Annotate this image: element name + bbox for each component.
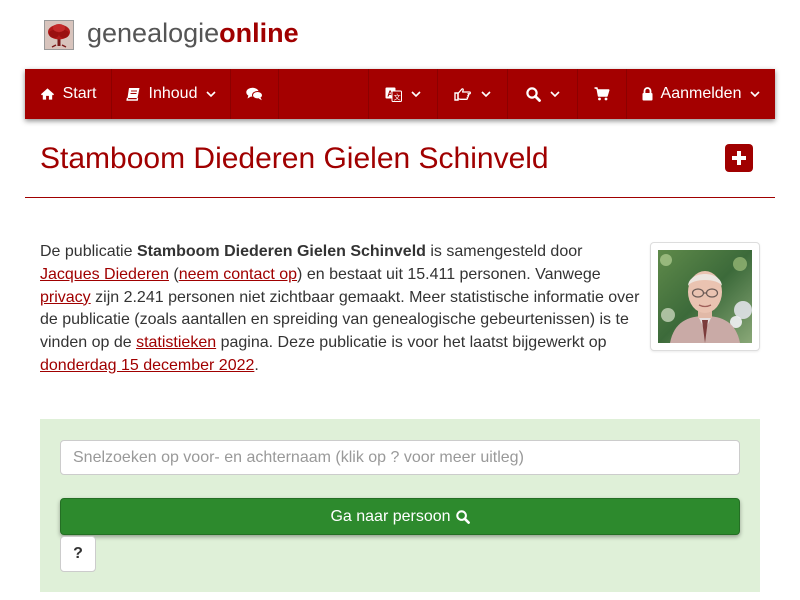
contact-link[interactable]: neem contact op xyxy=(179,266,297,283)
chevron-down-icon xyxy=(481,90,491,97)
nav-forum[interactable] xyxy=(231,69,279,119)
site-logo[interactable]: genealogieonline xyxy=(87,16,299,50)
chevron-down-icon xyxy=(750,90,761,97)
shopping-cart-icon xyxy=(594,87,610,101)
intro-text: is samengesteld door xyxy=(425,243,583,260)
author-photo[interactable] xyxy=(650,242,760,351)
intro-text: pagina. Deze publicatie is voor het laat… xyxy=(216,334,607,352)
site-header: genealogieonline xyxy=(0,0,800,69)
translate-icon: A文 xyxy=(385,87,402,102)
nav-language[interactable]: A文 xyxy=(368,69,438,119)
nav-inhoud[interactable]: Inhoud xyxy=(112,69,231,119)
author-portrait-image xyxy=(658,250,752,343)
nav-search[interactable] xyxy=(508,69,578,119)
hand-pointer-icon xyxy=(454,88,471,101)
nav-start-label: Start xyxy=(62,85,97,102)
search-icon xyxy=(525,86,541,102)
svg-text:文: 文 xyxy=(394,92,401,101)
comments-icon xyxy=(246,87,263,101)
page-title: Stamboom Diederen Gielen Schinveld xyxy=(40,142,549,175)
chevron-down-icon xyxy=(549,90,560,97)
main-navbar: Start Inhoud A文 Aanmelden xyxy=(25,69,775,119)
plus-icon xyxy=(732,151,746,165)
privacy-link[interactable]: privacy xyxy=(40,289,91,306)
author-link[interactable]: Jacques Diederen xyxy=(40,266,169,283)
last-updated-link[interactable]: donderdag 15 december 2022 xyxy=(40,357,254,374)
go-to-person-label: Ga naar persoon xyxy=(330,507,451,525)
statistics-link[interactable]: statistieken xyxy=(136,334,216,351)
chevron-down-icon xyxy=(411,90,421,97)
nav-cart[interactable] xyxy=(578,69,627,119)
book-icon xyxy=(125,88,140,101)
quick-search-input[interactable] xyxy=(60,440,740,475)
intro-text: De publicatie xyxy=(40,243,137,260)
chevron-down-icon xyxy=(206,90,217,97)
publication-name: Stamboom Diederen Gielen Schinveld xyxy=(136,243,426,260)
go-to-person-button[interactable]: Ga naar persoon xyxy=(60,498,740,535)
logo-text-online: online xyxy=(219,18,299,48)
nav-aanmelden-label: Aanmelden xyxy=(660,85,742,102)
nav-share[interactable] xyxy=(438,69,508,119)
nav-inhoud-label: Inhoud xyxy=(148,85,198,102)
quick-search-panel: Ga naar persoon ? xyxy=(40,419,760,592)
publication-intro: De publicatie Stamboom Diederen Gielen S… xyxy=(40,241,645,378)
lock-icon xyxy=(642,87,653,101)
add-button[interactable] xyxy=(725,144,753,172)
title-divider xyxy=(25,197,775,198)
intro-text: . xyxy=(254,356,259,374)
intro-text: ) en bestaat uit 15.411 personen. Vanweg… xyxy=(297,265,601,283)
nav-aanmelden[interactable]: Aanmelden xyxy=(627,69,775,119)
tree-logo-icon[interactable] xyxy=(44,20,74,50)
home-icon xyxy=(40,88,54,100)
logo-text-genealogie: genealogie xyxy=(87,18,220,48)
nav-start[interactable]: Start xyxy=(25,69,112,119)
intro-text: ( xyxy=(168,265,179,283)
search-icon xyxy=(455,509,470,524)
search-help-button[interactable]: ? xyxy=(60,536,96,572)
